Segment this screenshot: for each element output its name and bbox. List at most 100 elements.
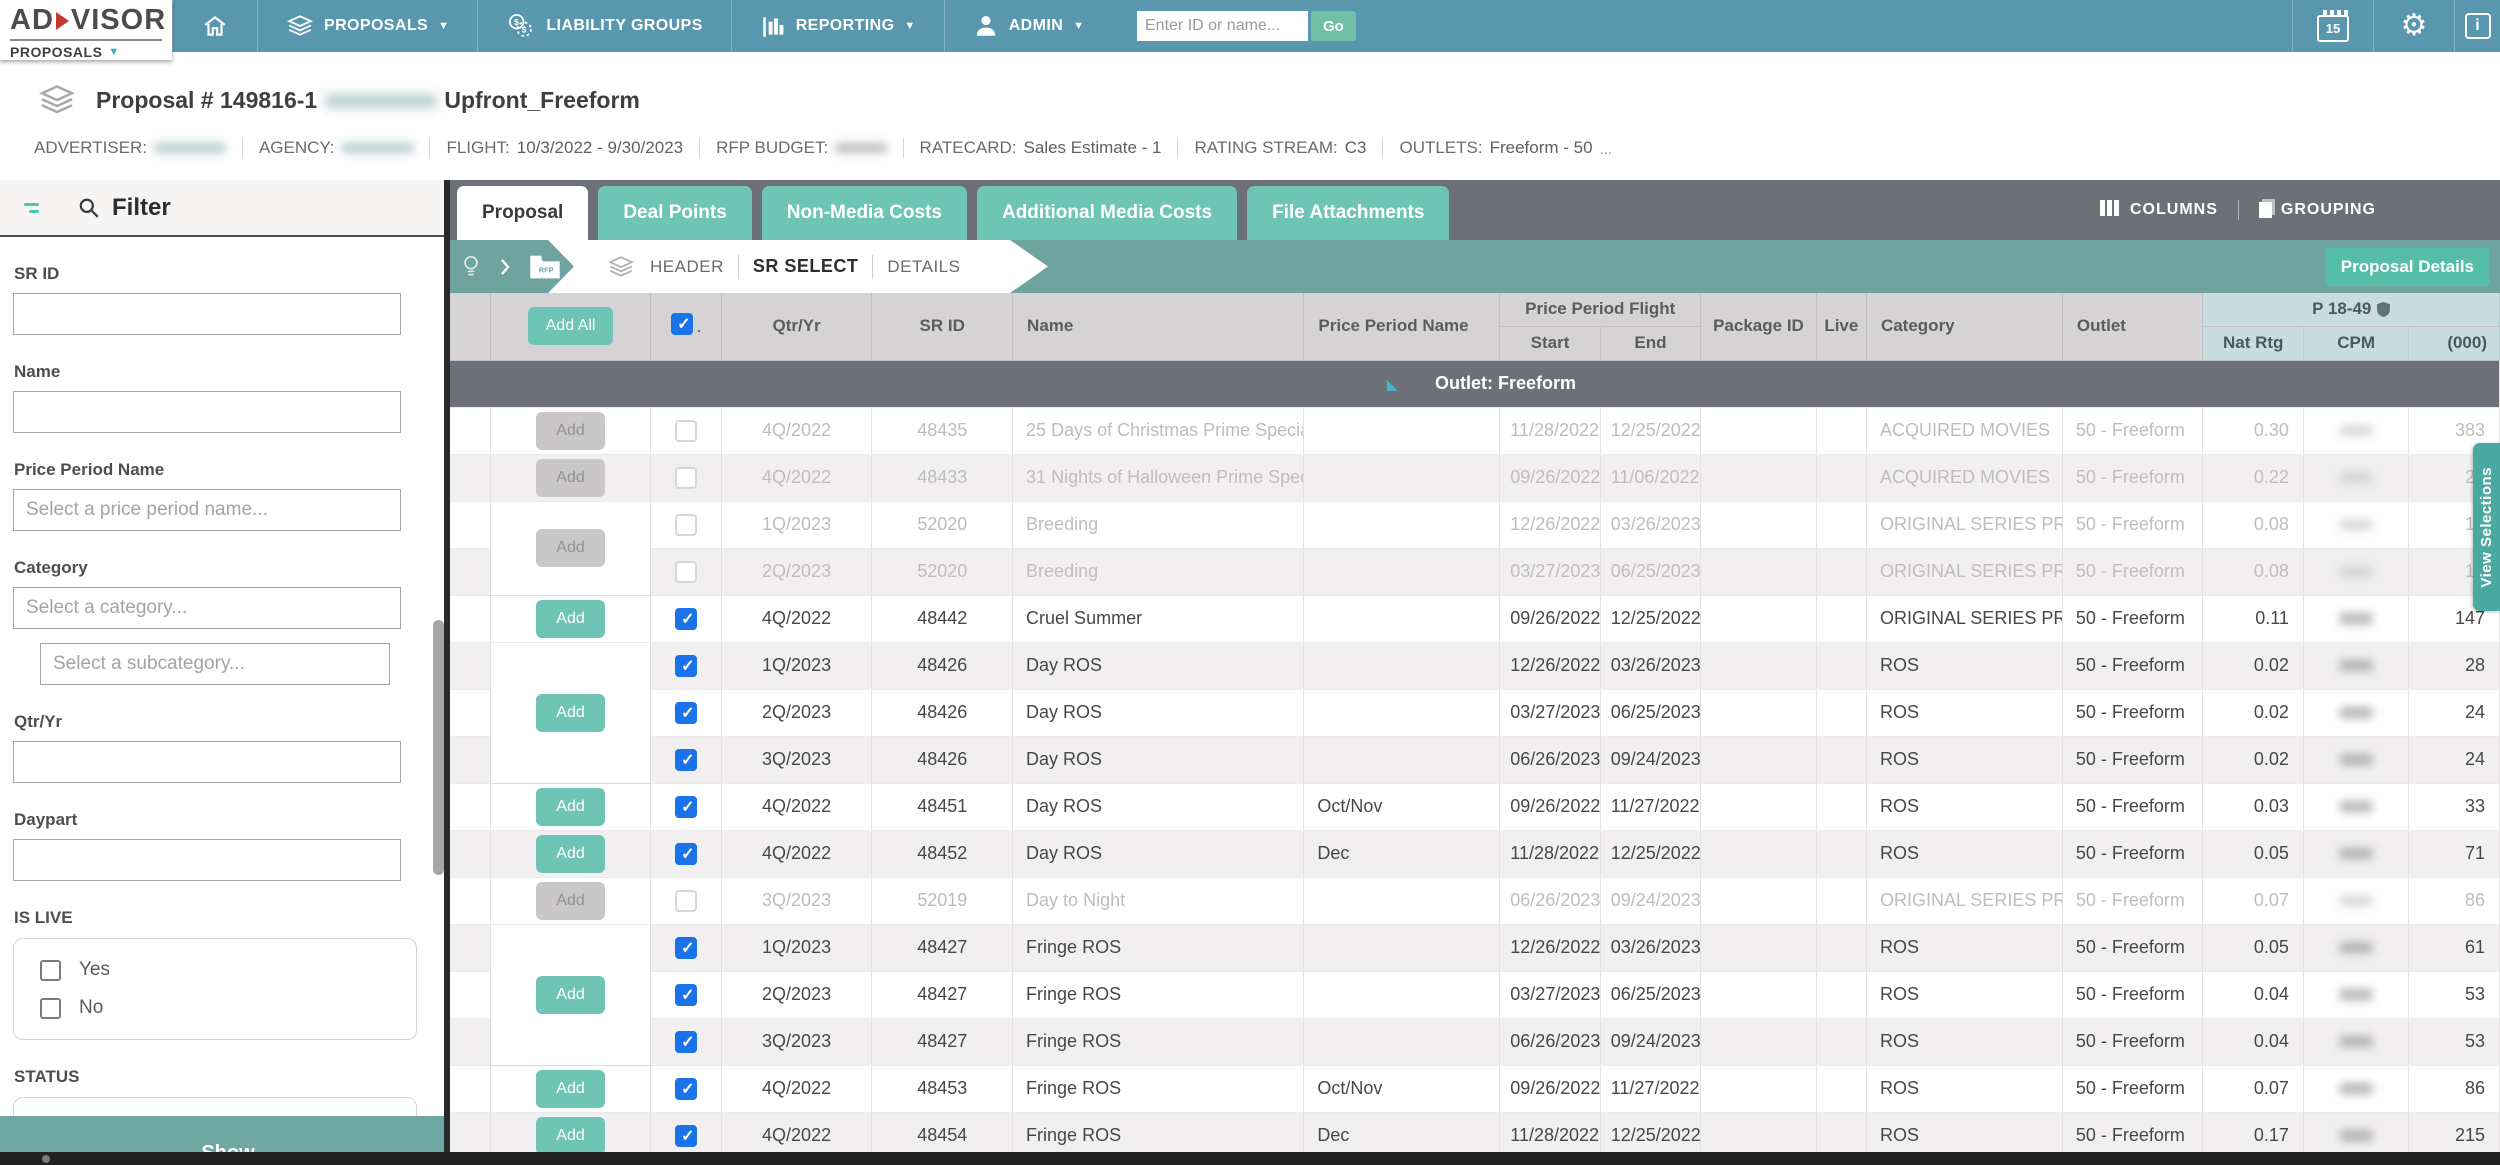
calendar-button[interactable]: 15 [2292,0,2373,52]
table-row: Add4Q/20224843525 Days of Christmas Prim… [450,407,2500,454]
logo-subtitle[interactable]: PROPOSALS ▼ [10,41,162,60]
filter-sr-id-input[interactable] [13,293,401,335]
filter-qtr-yr-input[interactable] [13,741,401,783]
row-checkbox[interactable] [675,702,697,724]
collapse-triangle-icon[interactable]: ◣ [1387,377,1397,392]
chevron-down-icon: ▼ [438,20,449,32]
breadcrumb-details[interactable]: DETAILS [887,257,960,277]
row-checkbox[interactable] [675,1031,697,1053]
add-button[interactable]: Add [536,976,604,1014]
filter-daypart-input[interactable] [13,839,401,881]
row-checkbox[interactable] [675,796,697,818]
add-button[interactable]: Add [536,529,604,567]
nav-proposals[interactable]: PROPOSALS ▼ [257,0,477,52]
nav-admin[interactable]: ADMIN ▼ [944,0,1113,52]
grouping-button[interactable]: GROUPING [2259,201,2376,219]
row-checkbox[interactable] [675,420,697,442]
tab-additional-media-costs[interactable]: Additional Media Costs [977,186,1237,240]
search-go-button[interactable]: Go [1311,11,1356,41]
row-checkbox[interactable] [675,655,697,677]
tab-deal-points[interactable]: Deal Points [598,186,751,240]
filter-show-button[interactable]: Show [0,1116,450,1152]
add-button[interactable]: Add [536,835,604,873]
lightbulb-icon[interactable] [460,254,482,280]
header-name[interactable]: Name [1013,293,1304,360]
row-checkbox[interactable] [675,514,697,536]
is-live-checkbox[interactable] [40,998,61,1019]
row-checkbox[interactable] [675,608,697,630]
cell-category: ACQUIRED MOVIES [1866,407,2062,454]
add-button[interactable]: Add [536,1070,604,1108]
nav-reporting[interactable]: REPORTING ▼ [731,0,944,52]
add-button[interactable]: Add [536,694,604,732]
add-button[interactable]: Add [536,788,604,826]
row-checkbox[interactable] [675,1078,697,1100]
nav-liability-groups[interactable]: $$ LIABILITY GROUPS [477,0,730,52]
bottom-scrollbar[interactable] [0,1152,2500,1165]
row-indent-cell [450,642,490,689]
cell-package-id [1701,830,1817,877]
breadcrumb-sr-select[interactable]: SR SELECT [753,256,859,277]
row-checkbox[interactable] [675,843,697,865]
filter-price-period-name-input[interactable] [13,489,401,531]
cell-cpm: ■■■ [2303,924,2408,971]
meta-item: ADVERTISER:■■■■■■■ [34,138,243,158]
header-price-period-name[interactable]: Price Period Name [1304,293,1500,360]
breadcrumb-bar: RFP HEADER SR SELECT DETAILS Proposal De… [450,240,2500,293]
add-button[interactable]: Add [536,459,604,497]
row-checkbox[interactable] [675,1125,697,1147]
filter-scrollbar[interactable] [433,620,444,875]
header-nat-rtg[interactable]: Nat Rtg [2203,326,2303,360]
header-category[interactable]: Category [1866,293,2062,360]
nav-home[interactable] [172,0,257,52]
add-button[interactable]: Add [536,600,604,638]
header-price-period-flight: Price Period Flight [1500,293,1701,326]
filter-subcategory-input[interactable] [40,643,390,685]
header-package-id[interactable]: Package ID [1701,293,1817,360]
filter-category-input[interactable] [13,587,401,629]
row-checkbox[interactable] [675,984,697,1006]
cell-package-id [1701,736,1817,783]
cell-category: ORIGINAL SERIES PRI... [1866,595,2062,642]
header-end[interactable]: End [1600,326,1700,360]
row-checkbox[interactable] [675,937,697,959]
proposal-details-button[interactable]: Proposal Details [2325,248,2490,286]
rfp-folder-icon[interactable]: RFP [528,253,562,281]
header-srid[interactable]: SR ID [872,293,1013,360]
add-button[interactable]: Add [536,412,604,450]
add-button[interactable]: Add [536,882,604,920]
settings-button[interactable]: ⚙ [2373,0,2454,52]
cell-nat-rtg: 0.04 [2203,1018,2303,1065]
add-all-button[interactable]: Add All [528,307,614,345]
tab-non-media-costs[interactable]: Non-Media Costs [762,186,967,240]
header-live[interactable]: Live [1816,293,1866,360]
header-outlet[interactable]: Outlet [2062,293,2203,360]
row-checkbox[interactable] [675,561,697,583]
view-selections-tab[interactable]: View Selections [2473,443,2500,611]
header-qtr[interactable]: Qtr/Yr [721,293,872,360]
header-cpm[interactable]: CPM [2303,326,2408,360]
search-input[interactable] [1137,11,1308,41]
filter-name-input[interactable] [13,391,401,433]
breadcrumb-header[interactable]: HEADER [650,257,724,277]
checkbox-cell [651,830,721,877]
filter-collapse-icon[interactable] [24,199,44,217]
info-button[interactable]: i [2454,0,2500,52]
header-thousands[interactable]: (000) [2409,326,2500,360]
app-logo[interactable]: AD VISOR PROPOSALS ▼ [0,0,172,60]
info-icon: i [2465,13,2491,39]
row-checkbox[interactable] [675,467,697,489]
add-cell: Add [490,877,651,924]
select-all-checkbox[interactable] [671,313,693,335]
cell-price-period-name [1304,642,1500,689]
header-start[interactable]: Start [1500,326,1600,360]
row-checkbox[interactable] [675,890,697,912]
is-live-checkbox[interactable] [40,960,61,981]
tab-file-attachments[interactable]: File Attachments [1247,186,1449,240]
meta-more-ellipsis[interactable]: ... [1600,141,1613,158]
row-checkbox[interactable] [675,749,697,771]
cpm-redacted-value: ■■■ [2340,467,2373,487]
tab-proposal[interactable]: Proposal [457,186,588,240]
columns-button[interactable]: COLUMNS [2100,200,2218,221]
add-button[interactable]: Add [536,1117,604,1155]
